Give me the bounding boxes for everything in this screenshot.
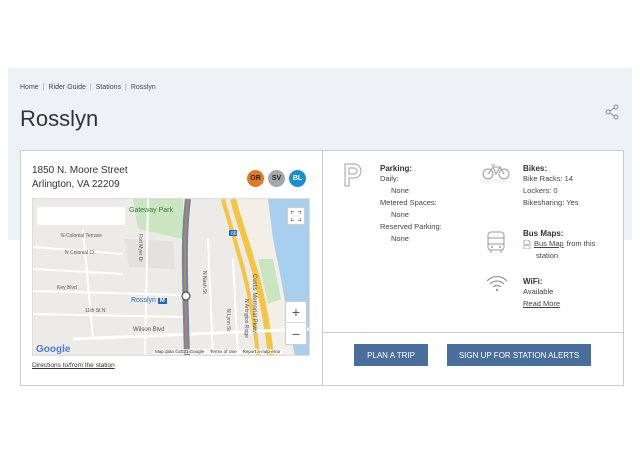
card-divider-vertical <box>322 150 323 386</box>
breadcrumb: Home | Rider Guide | Stations | Rosslyn <box>20 84 156 91</box>
wifi-read-more-link[interactable]: Read More <box>523 298 560 310</box>
map-attribution: Map data ©2021 Google Terms of Use Repor… <box>153 349 283 354</box>
svg-text:66: 66 <box>231 231 237 237</box>
bus-map-link[interactable]: Bus Map <box>534 238 564 250</box>
bikes-section: Bikes: Bike Racks: 14 Lockers: 0 Bikesha… <box>523 164 578 209</box>
pdf-icon <box>523 239 531 249</box>
card-divider-horizontal <box>322 332 624 333</box>
parking-title: Parking: <box>380 164 413 173</box>
fullscreen-button[interactable] <box>287 207 305 225</box>
map-label-memorial: Custis Memorial Pkwy <box>251 274 257 334</box>
share-icon[interactable] <box>604 104 620 120</box>
breadcrumb-separator: | <box>89 84 92 91</box>
plan-trip-button[interactable]: PLAN A TRIP <box>354 344 428 366</box>
wifi-section: WiFi: Available Read More <box>523 277 560 310</box>
bus-map-suffix: from this <box>566 239 596 248</box>
map-label-wilson-blvd: Wilson Blvd <box>133 327 165 333</box>
wifi-icon <box>486 276 508 292</box>
line-badge-orange: OR <box>247 170 264 187</box>
map-label-arlington-ridge: N Arlington Ridge <box>243 299 249 338</box>
bus-icon <box>487 231 505 253</box>
parking-daily-label: Daily: <box>380 174 399 183</box>
bike-lockers: Lockers: 0 <box>523 186 558 195</box>
metro-icon: M <box>157 297 167 304</box>
map-search-overlay <box>37 207 125 225</box>
google-logo: Google <box>36 344 71 355</box>
breadcrumb-home[interactable]: Home <box>20 84 39 91</box>
parking-reserved-value: None <box>391 234 409 243</box>
zoom-out-button[interactable]: − <box>286 323 306 344</box>
breadcrumb-stations[interactable]: Stations <box>96 84 121 91</box>
zoom-controls: + − <box>285 301 307 345</box>
line-badge-silver: SV <box>268 170 285 187</box>
parking-metered-value: None <box>391 210 409 219</box>
page-title: Rosslyn <box>20 106 99 131</box>
parking-section: Parking: Daily: None Metered Spaces: Non… <box>380 164 442 245</box>
line-badges: OR SV BL <box>247 170 306 187</box>
bikes-title: Bikes: <box>523 164 548 173</box>
map-label-lynn: N Lynn St <box>225 309 231 331</box>
bike-sharing: Bikesharing: Yes <box>523 198 579 207</box>
address-line-2: Arlington, VA 22209 <box>32 179 120 190</box>
map-label-fort-myer: Fort Myer Dr <box>137 234 143 263</box>
map-data-credit: Map data ©2021 Google <box>155 349 205 354</box>
parking-metered-label: Metered Spaces: <box>380 198 437 207</box>
wifi-title: WiFi: <box>523 277 543 286</box>
parking-daily-value: None <box>391 186 409 195</box>
parking-reserved-label: Reserved Parking: <box>380 222 442 231</box>
directions-link[interactable]: Directions to/from the station <box>32 362 115 369</box>
station-map[interactable]: 66 Gateway Park N Colonial Terrace N Col… <box>32 198 310 356</box>
bus-map-line: Bus Map from this <box>523 238 595 250</box>
breadcrumb-separator: | <box>42 84 45 91</box>
parking-icon <box>344 163 362 187</box>
line-badge-blue: BL <box>289 170 306 187</box>
breadcrumb-rider-guide[interactable]: Rider Guide <box>49 84 86 91</box>
map-station-label: Rosslyn <box>131 297 156 304</box>
bike-icon <box>482 164 510 180</box>
address-line-1: 1850 N. Moore Street <box>32 165 128 176</box>
map-label-gateway-park: Gateway Park <box>129 207 173 214</box>
map-label-key-blvd: Key Blvd <box>57 285 77 291</box>
station-address: 1850 N. Moore Street Arlington, VA 22209 <box>32 164 128 192</box>
bus-maps-section: Bus Maps: Bus Map from this station <box>523 229 595 262</box>
fullscreen-icon <box>291 211 301 221</box>
bus-maps-title: Bus Maps: <box>523 229 564 238</box>
map-terms-link[interactable]: Terms of Use <box>210 349 237 354</box>
wifi-status: Available <box>523 287 554 296</box>
zoom-in-button[interactable]: + <box>286 302 306 323</box>
bike-racks: Bike Racks: 14 <box>523 174 574 183</box>
bus-map-suffix-2: station <box>536 251 559 260</box>
map-label-nash: N Nash St <box>201 271 207 294</box>
map-label-colonial-ct: N Colonial Ct <box>65 250 95 256</box>
map-label-colonial-terrace: N Colonial Terrace <box>61 233 103 239</box>
map-station-marker[interactable]: Rosslyn M <box>131 297 167 304</box>
station-alerts-button[interactable]: SIGN UP FOR STATION ALERTS <box>447 344 591 366</box>
map-report-link[interactable]: Report a map error <box>243 349 281 354</box>
map-label-11th-st: 11th St N <box>85 308 106 314</box>
breadcrumb-current: Rosslyn <box>130 84 156 91</box>
breadcrumb-separator: | <box>125 84 127 91</box>
